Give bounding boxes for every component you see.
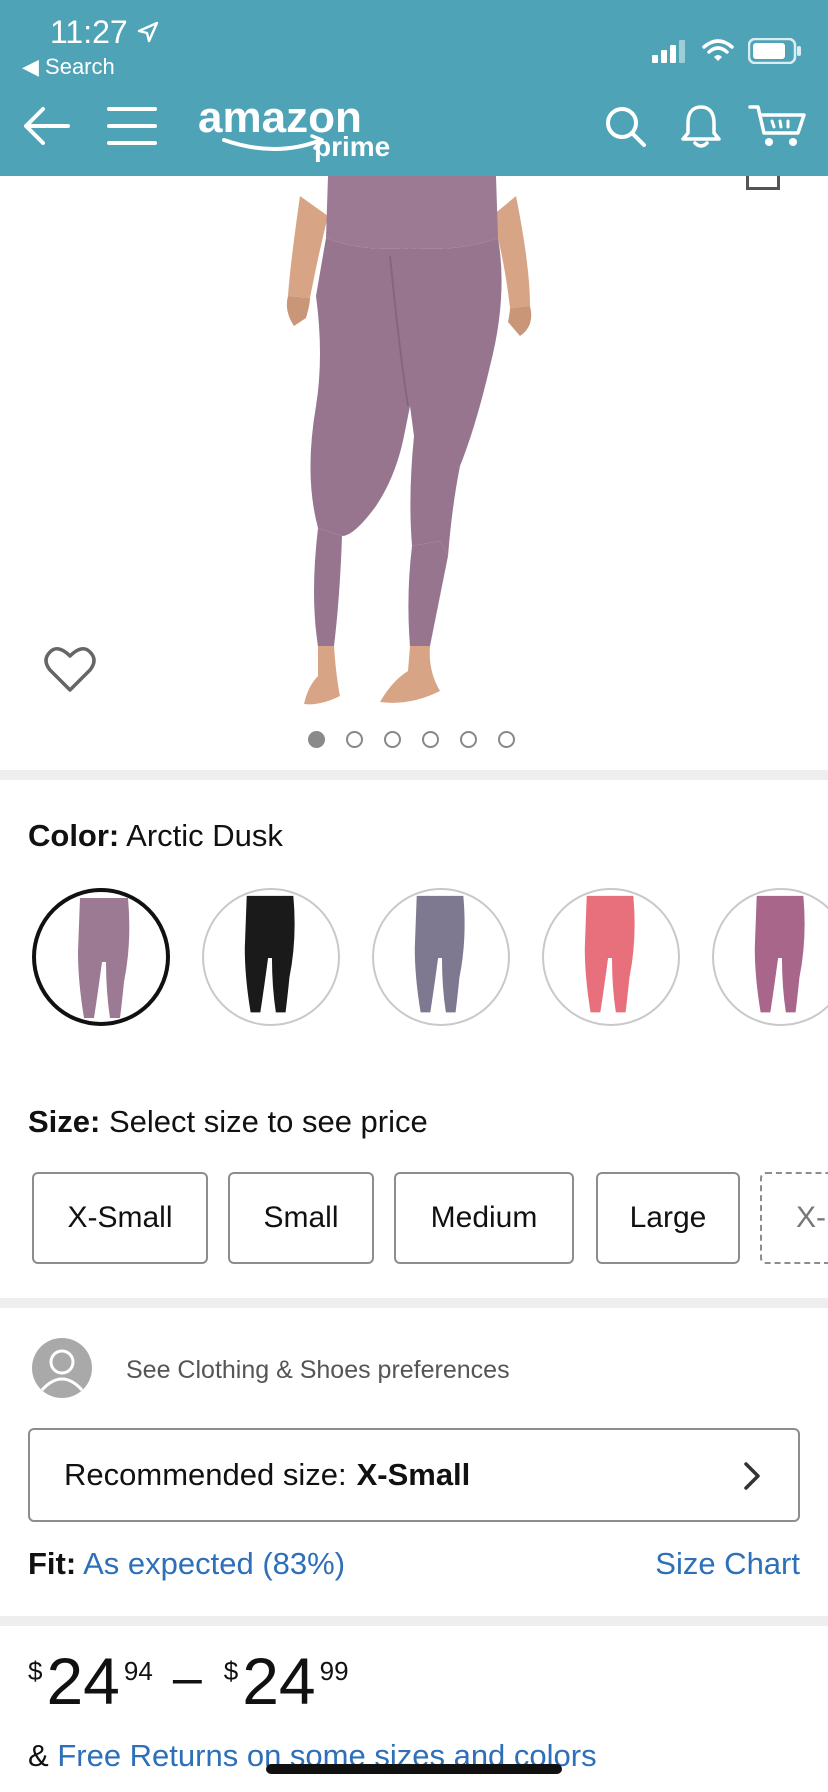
price-high-fraction: 99 [319,1656,349,1686]
price-low-whole: 24 [46,1644,120,1718]
signal-icon [652,40,685,63]
size-option-medium[interactable]: Medium [394,1172,574,1264]
selected-color-name: Arctic Dusk [126,818,283,853]
image-frame-corner [746,176,780,190]
carousel-dot[interactable] [498,731,515,748]
size-option-list: X-Small Small Medium Large X- [32,1172,828,1266]
size-option-large[interactable]: Large [596,1172,740,1264]
logo-prime-text: prime [314,131,390,162]
carousel-dot[interactable] [346,731,363,748]
back-arrow-icon [24,107,70,145]
section-divider [0,1616,828,1626]
color-label: Color: [28,818,120,853]
price-low-fraction: 94 [123,1656,153,1686]
notifications-button[interactable] [676,96,726,156]
carousel-dot[interactable] [460,731,477,748]
color-swatch-gray[interactable] [372,888,510,1026]
color-swatch-arctic-dusk[interactable] [32,888,170,1026]
preferences-link[interactable]: See Clothing & Shoes preferences [126,1356,510,1385]
cart-button[interactable] [746,96,810,156]
swatch-image [754,895,805,1013]
status-icons [652,36,802,66]
size-option-x-large[interactable]: X- [760,1172,828,1264]
back-caret-icon: ◀ [22,54,46,79]
price-range: $ 24 94 – $ 24 99 [28,1648,349,1728]
color-heading: Color: Arctic Dusk [28,818,283,854]
fit-label: Fit: [28,1546,77,1581]
price-low-currency: $ [28,1656,43,1686]
battery-icon [748,38,801,64]
section-divider [0,1298,828,1308]
price-high-currency: $ [223,1656,239,1686]
back-search-label: Search [45,54,115,79]
recommended-size-value: X-Small [356,1457,471,1492]
status-time: 11:27 [50,14,128,50]
swatch-image [78,898,130,1018]
fit-value-link[interactable]: As expected (83%) [83,1546,345,1581]
amazon-logo-icon: amazon prime [198,96,390,162]
hamburger-menu-icon [107,107,157,145]
search-icon [606,107,646,147]
wifi-icon [702,39,734,61]
color-swatch-mauve[interactable] [712,888,828,1026]
returns-prefix: & [28,1738,49,1773]
cart-icon [748,105,806,146]
color-swatch-pink[interactable] [542,888,680,1026]
home-indicator[interactable] [266,1764,562,1774]
bell-icon [681,105,721,148]
color-swatch-black[interactable] [202,888,340,1026]
search-button[interactable] [600,96,650,156]
size-label: Size: [28,1104,101,1139]
size-option-x-small[interactable]: X-Small [32,1172,208,1264]
section-divider [0,770,828,780]
swatch-image [414,895,465,1013]
color-swatch-list [32,888,828,1028]
size-prompt: Select size to see price [108,1104,428,1139]
carousel-dot[interactable] [384,731,401,748]
back-to-search-link[interactable]: ◀ Search [22,54,115,80]
swatch-image [244,895,295,1013]
size-heading: Size: Select size to see price [28,1104,428,1140]
size-option-small[interactable]: Small [228,1172,374,1264]
swatch-image [584,895,635,1013]
user-avatar-icon [40,1349,84,1392]
carousel-dot[interactable] [422,731,439,748]
product-image-gallery[interactable] [0,176,828,770]
size-chart-link[interactable]: Size Chart [655,1546,800,1582]
amazon-prime-logo[interactable]: amazon prime [196,96,406,166]
fit-row: Fit: As expected (83%) Size Chart [28,1546,800,1582]
carousel-dots[interactable] [308,731,515,748]
location-arrow-icon [137,21,159,43]
price-separator: – [172,1649,202,1707]
carousel-dot[interactable] [308,731,325,748]
menu-button[interactable] [106,96,158,156]
back-button[interactable] [18,96,74,156]
recommended-size-label: Recommended size: [64,1457,347,1492]
wishlist-heart-icon[interactable] [44,646,96,694]
avatar[interactable] [32,1338,92,1398]
recommended-size-button[interactable]: Recommended size: X-Small [28,1428,800,1522]
app-header: 11:27 ◀ Search amazon prime [0,0,828,176]
product-photo-leggings [286,176,532,705]
nav-bar: amazon prime [0,96,828,176]
price-high-whole: 24 [242,1644,316,1718]
chevron-right-icon [744,1462,760,1490]
